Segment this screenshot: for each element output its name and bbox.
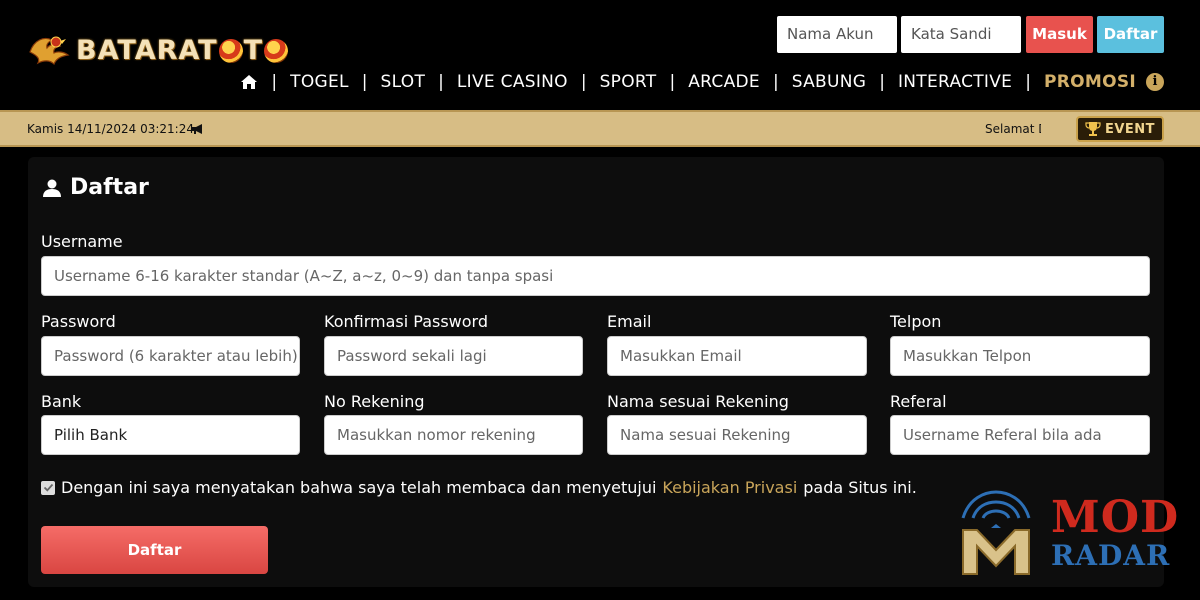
- logo-text: BATARAT T: [76, 35, 289, 66]
- watermark-line2: RADAR: [1051, 539, 1171, 572]
- bank-select[interactable]: Pilih Bank: [41, 415, 300, 455]
- username-label: Username: [41, 232, 123, 251]
- page-title: Daftar: [42, 175, 149, 200]
- watermark-line1: MOD: [1051, 492, 1180, 543]
- announcement-marquee: Selamat D: [985, 122, 1041, 136]
- nav-item-promosi[interactable]: PROMOSI: [1044, 72, 1136, 92]
- confirm-password-input[interactable]: Password sekali lagi: [324, 336, 583, 376]
- confirm-password-label: Konfirmasi Password: [324, 312, 488, 331]
- username-login-input[interactable]: Nama Akun: [777, 16, 897, 53]
- modradar-logo-icon: [961, 490, 1031, 575]
- agree-checkbox[interactable]: [41, 480, 55, 495]
- header: BATARAT T Nama Akun Kata Sandi Masuk Daft…: [0, 0, 1200, 110]
- trophy-icon: [1085, 122, 1101, 136]
- home-icon[interactable]: [240, 74, 258, 90]
- password-label: Password: [41, 312, 116, 331]
- account-name-label: Nama sesuai Rekening: [607, 392, 789, 411]
- agreement-row: Dengan ini saya menyatakan bahwa saya te…: [41, 478, 917, 497]
- info-icon[interactable]: i: [1146, 73, 1164, 91]
- watermark: MOD RADAR: [955, 488, 1185, 578]
- garuda-logo-icon: [29, 36, 70, 66]
- chip-icon: [218, 39, 243, 63]
- event-button[interactable]: EVENT: [1076, 116, 1164, 142]
- referral-input[interactable]: Username Referal bila ada: [890, 415, 1150, 455]
- login-button[interactable]: Masuk: [1026, 16, 1093, 53]
- nav-item-sabung[interactable]: SABUNG: [792, 72, 867, 92]
- account-number-input[interactable]: Masukkan nomor rekening: [324, 415, 583, 455]
- watermark-text: MOD RADAR: [1051, 496, 1179, 570]
- nav-item-interactive[interactable]: INTERACTIVE: [898, 72, 1012, 92]
- nav-item-arcade[interactable]: ARCADE: [688, 72, 760, 92]
- nav-item-sport[interactable]: SPORT: [600, 72, 657, 92]
- email-label: Email: [607, 312, 652, 331]
- phone-input[interactable]: Masukkan Telpon: [890, 336, 1150, 376]
- login-form: Nama Akun Kata Sandi Masuk Daftar: [777, 16, 1164, 53]
- form-title: Daftar: [70, 175, 149, 200]
- main-nav: | TOGEL | SLOT | LIVE CASINO | SPORT | A…: [240, 68, 1164, 96]
- user-icon: [43, 179, 61, 197]
- event-label: EVENT: [1104, 121, 1156, 137]
- privacy-policy-link[interactable]: Kebijakan Privasi: [662, 478, 797, 497]
- password-input[interactable]: Password (6 karakter atau lebih): [41, 336, 300, 376]
- account-name-input[interactable]: Nama sesuai Rekening: [607, 415, 867, 455]
- email-input[interactable]: Masukkan Email: [607, 336, 867, 376]
- username-input[interactable]: Username 6-16 karakter standar (A~Z, a~z…: [41, 256, 1150, 296]
- megaphone-icon: [192, 124, 202, 134]
- ticker-bar: Kamis 14/11/2024 03:21:24 Selamat D EVEN…: [0, 110, 1200, 147]
- nav-item-live-casino[interactable]: LIVE CASINO: [457, 72, 568, 92]
- submit-register-button[interactable]: Daftar: [41, 526, 268, 574]
- referral-label: Referal: [890, 392, 947, 411]
- password-login-input[interactable]: Kata Sandi: [901, 16, 1021, 53]
- register-button[interactable]: Daftar: [1097, 16, 1164, 53]
- nav-item-slot[interactable]: SLOT: [381, 72, 426, 92]
- agree-text: Dengan ini saya menyatakan bahwa saya te…: [61, 478, 657, 497]
- nav-item-togel[interactable]: TOGEL: [290, 72, 349, 92]
- agree-suffix: pada Situs ini.: [803, 478, 917, 497]
- bank-label: Bank: [41, 392, 82, 411]
- site-logo[interactable]: BATARAT T: [26, 30, 290, 70]
- phone-label: Telpon: [890, 312, 942, 331]
- chip-icon: [264, 39, 289, 63]
- account-number-label: No Rekening: [324, 392, 425, 411]
- check-icon: [43, 483, 53, 492]
- current-datetime: Kamis 14/11/2024 03:21:24: [27, 122, 194, 136]
